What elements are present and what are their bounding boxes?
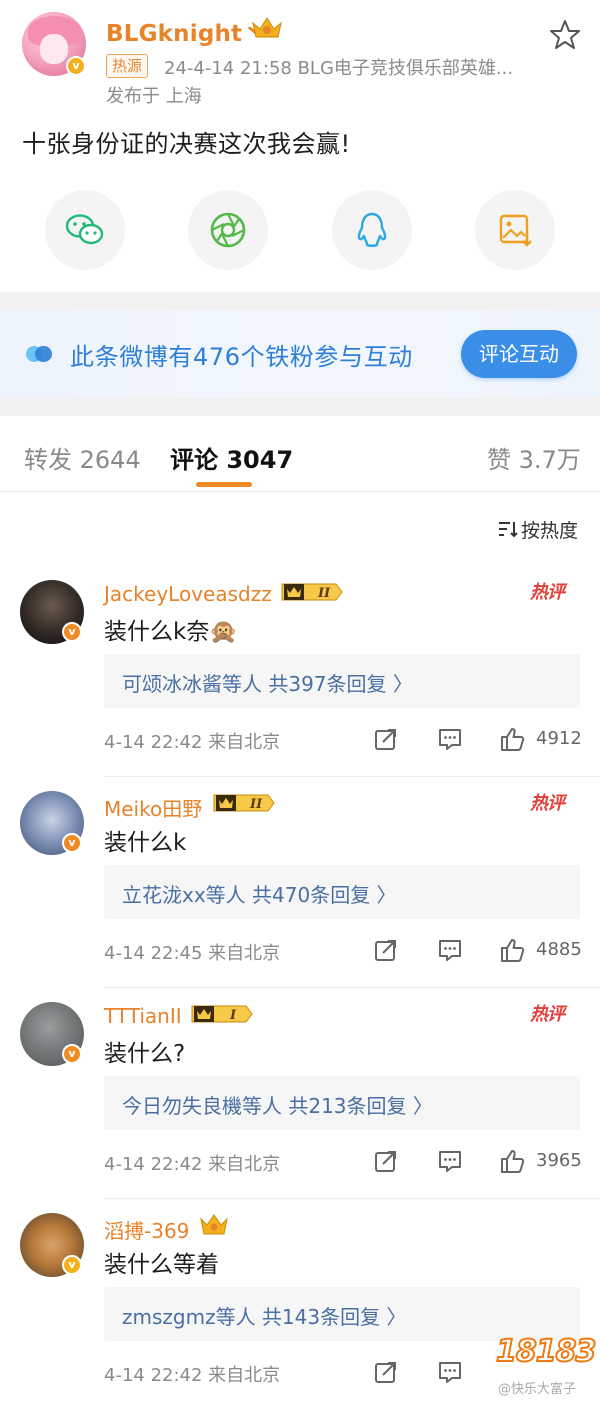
fan-level-badge-icon: II <box>213 794 275 812</box>
sort-row: 按热度 <box>0 492 600 566</box>
watermark-text: @快乐大富子 <box>498 1382 577 1397</box>
save-image-button[interactable] <box>475 190 555 270</box>
comment-text: 装什么k奈🙊 <box>104 619 238 645</box>
comment-text: 装什么等着 <box>104 1252 219 1278</box>
verified-badge-icon: v <box>62 622 82 642</box>
comment-time-location: 4-14 22:42 来自北京 <box>104 732 281 753</box>
fan-level-badge-icon: II <box>281 583 343 601</box>
repost-icon[interactable] <box>373 726 399 752</box>
share-row <box>0 190 600 272</box>
level-text: II <box>249 797 263 812</box>
site-watermark: 18183 @快乐大富子 <box>495 1333 597 1397</box>
reply-summary[interactable]: 立花泷xx等人 共470条回复 〉 <box>122 879 397 908</box>
sort-by-hotness[interactable]: 按热度 <box>521 516 578 543</box>
qq-icon <box>357 212 387 247</box>
reply-comment-icon[interactable] <box>437 1359 463 1385</box>
favorite-star-icon[interactable] <box>548 18 582 52</box>
sort-icon[interactable] <box>498 520 518 538</box>
post-content: 十张身份证的决赛这次我会赢! <box>22 130 351 158</box>
fan-interaction-banner[interactable]: 此条微博有476个铁粉参与互动 评论互动 <box>0 310 600 398</box>
repost-icon[interactable] <box>373 1359 399 1385</box>
post-tabs: 转发 2644 评论 3047 赞 3.7万 <box>0 416 600 492</box>
avatar-face <box>40 34 68 64</box>
wechat-icon <box>65 214 104 245</box>
section-divider <box>0 398 600 416</box>
post-time-source: 24-4-14 21:58 BLG电子竞技俱乐部英雄... <box>164 58 514 79</box>
moments-icon <box>210 212 246 248</box>
like-count: 4885 <box>536 939 582 960</box>
like-count: 4912 <box>536 728 582 749</box>
commenter-name[interactable]: JackeyLoveasdzz <box>104 582 272 606</box>
verified-badge-icon: v <box>62 1255 82 1275</box>
comment-item: v Meiko田野 II 装什么k 热评 立花泷xx等人 共470条回复 〉 4… <box>0 777 600 988</box>
level-text: I <box>229 1008 237 1023</box>
hot-comment-mark: 热评 <box>530 582 565 603</box>
reply-summary[interactable]: 可颂冰冰酱等人 共397条回复 〉 <box>122 668 413 697</box>
comment-item: v TTTianII I 装什么? 热评 今日勿失良機等人 共213条回复 〉 … <box>0 988 600 1199</box>
verified-badge-icon: v <box>66 56 86 76</box>
repost-icon[interactable] <box>373 937 399 963</box>
vip-crown-icon <box>252 17 282 38</box>
commenter-name[interactable]: 滔搏-369 <box>104 1215 189 1244</box>
weibo-post: v BLGknight丶 热源 24-4-14 21:58 BLG电子竞技俱乐部… <box>0 0 600 292</box>
poster-username[interactable]: BLGknight丶 <box>106 14 265 48</box>
verified-badge-icon: v <box>62 1044 82 1064</box>
like-icon[interactable] <box>499 726 525 752</box>
reply-comment-icon[interactable] <box>437 937 463 963</box>
hot-comment-mark: 热评 <box>530 793 565 814</box>
comment-interaction-button[interactable]: 评论互动 <box>461 330 577 378</box>
reply-preview[interactable]: zmszgmz等人 共143条回复 〉 <box>104 1287 580 1341</box>
save-image-icon <box>499 214 532 247</box>
comment-text: 装什么? <box>104 1041 186 1067</box>
like-count: 3965 <box>536 1150 582 1171</box>
tab-repost[interactable]: 转发 2644 <box>24 440 141 475</box>
reply-preview[interactable]: 今日勿失良機等人 共213条回复 〉 <box>104 1076 580 1130</box>
share-wechat-button[interactable] <box>45 190 125 270</box>
post-location: 发布于 上海 <box>106 86 202 107</box>
comment-time-location: 4-14 22:42 来自北京 <box>104 1365 281 1386</box>
tab-like[interactable]: 赞 3.7万 <box>487 440 581 475</box>
reply-summary[interactable]: 今日勿失良機等人 共213条回复 〉 <box>122 1090 433 1119</box>
hot-source-tag[interactable]: 热源 <box>106 54 149 78</box>
share-qq-button[interactable] <box>332 190 412 270</box>
reply-comment-icon[interactable] <box>437 1148 463 1174</box>
verified-badge-icon: v <box>62 833 82 853</box>
share-moments-button[interactable] <box>188 190 268 270</box>
active-tab-indicator <box>196 482 252 487</box>
fan-level-badge-icon: I <box>191 1005 253 1023</box>
tab-comment[interactable]: 评论 3047 <box>170 440 293 475</box>
level-text: II <box>317 586 331 601</box>
repost-icon[interactable] <box>373 1148 399 1174</box>
comment-time-location: 4-14 22:42 来自北京 <box>104 1154 281 1175</box>
commenter-name[interactable]: Meiko田野 <box>104 793 202 822</box>
comment-item: v JackeyLoveasdzz II 装什么k奈🙊 热评 可颂冰冰酱等人 共… <box>0 566 600 777</box>
like-icon[interactable] <box>499 937 525 963</box>
fan-interaction-icon <box>26 346 52 362</box>
section-divider <box>0 292 600 310</box>
like-icon[interactable] <box>499 1148 525 1174</box>
fan-interaction-text: 此条微博有476个铁粉参与互动 <box>70 343 413 371</box>
reply-preview[interactable]: 可颂冰冰酱等人 共397条回复 〉 <box>104 654 580 708</box>
reply-comment-icon[interactable] <box>437 726 463 752</box>
reply-summary[interactable]: zmszgmz等人 共143条回复 〉 <box>122 1301 406 1330</box>
reply-preview[interactable]: 立花泷xx等人 共470条回复 〉 <box>104 865 580 919</box>
vip-crown-icon <box>200 1214 228 1235</box>
hot-comment-mark: 热评 <box>530 1004 565 1025</box>
comment-time-location: 4-14 22:45 来自北京 <box>104 943 281 964</box>
watermark-logo: 18183 <box>495 1333 597 1370</box>
comment-text: 装什么k <box>104 830 187 856</box>
commenter-name[interactable]: TTTianII <box>104 1004 182 1028</box>
